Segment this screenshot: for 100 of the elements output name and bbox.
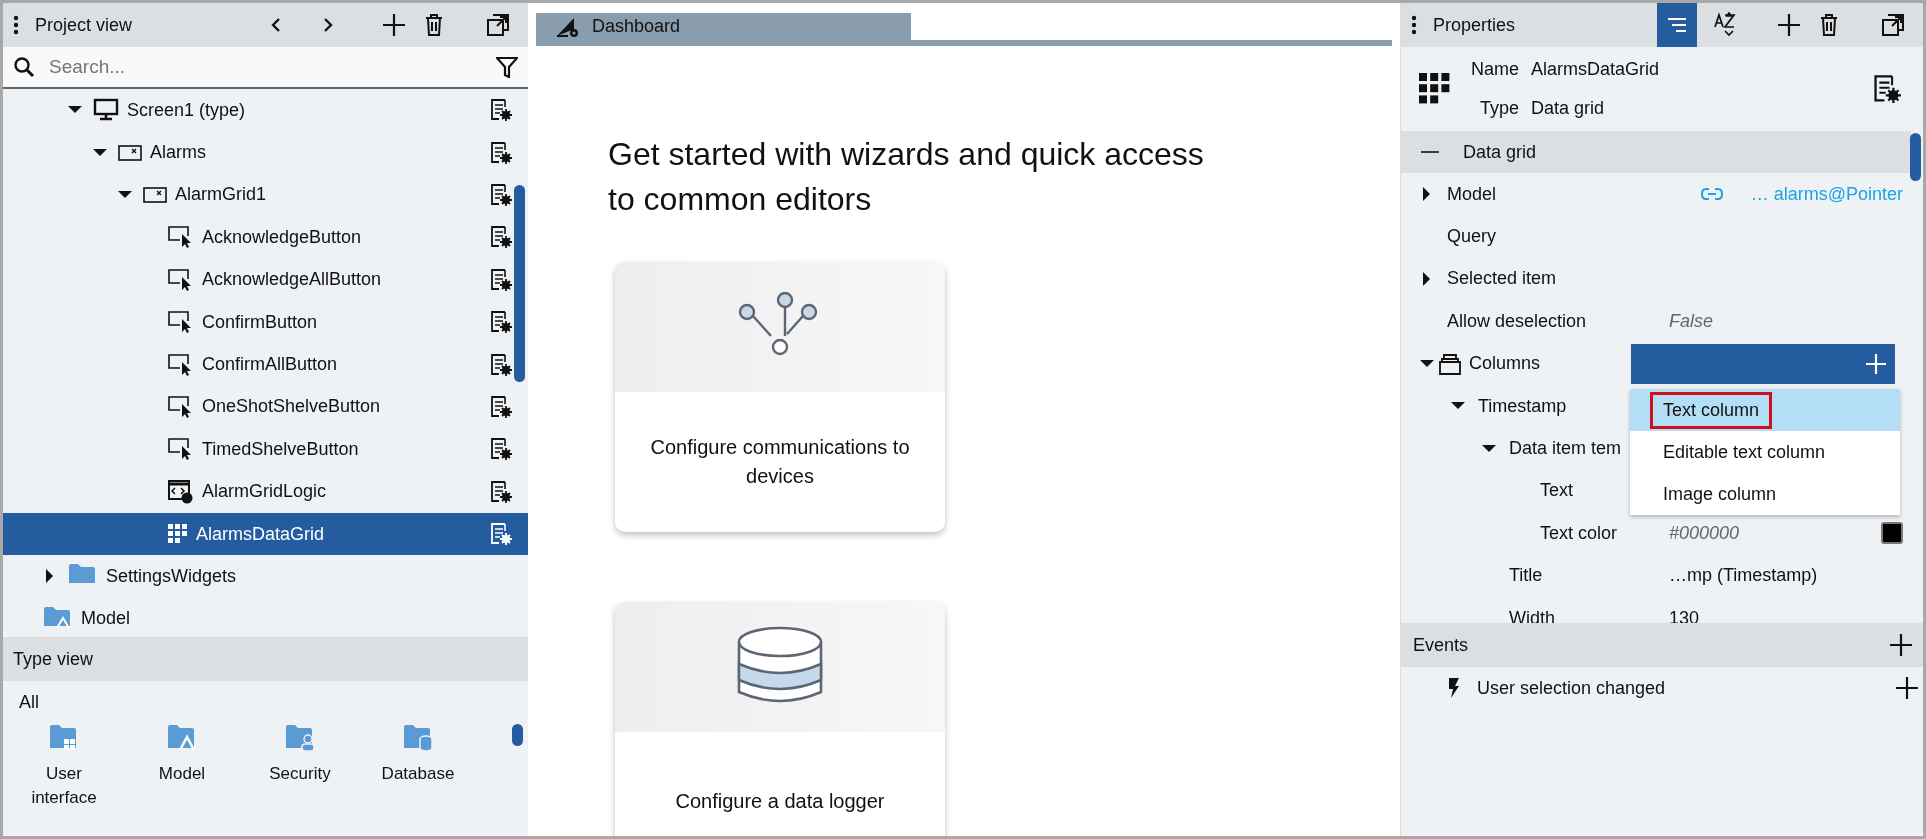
- property-label: Type: [1479, 97, 1519, 120]
- properties-icon[interactable]: [490, 311, 512, 334]
- property-label: Timestamp: [1478, 394, 1567, 418]
- caret-right-icon[interactable]: [1423, 271, 1431, 286]
- filter-label[interactable]: All: [3, 681, 528, 716]
- search-bar[interactable]: Search...: [3, 47, 528, 89]
- panel-title: Events: [1413, 633, 1469, 657]
- property-label: Allow deselection: [1447, 309, 1587, 333]
- wizard-card[interactable]: Configure communications to devices: [615, 261, 945, 532]
- properties-icon[interactable]: [490, 226, 512, 249]
- property-label: Width: [1509, 606, 1555, 623]
- tree-item[interactable]: SettingsWidgets: [3, 555, 528, 598]
- panel-icon: [118, 143, 142, 162]
- caret-down-icon[interactable]: [92, 148, 107, 157]
- property-label: Query: [1447, 225, 1497, 249]
- section-header[interactable]: Data grid: [1401, 131, 1911, 173]
- plus-icon[interactable]: [1895, 676, 1919, 700]
- scrollbar[interactable]: [1910, 133, 1921, 181]
- chevron-left-icon[interactable]: [270, 16, 282, 34]
- properties-icon[interactable]: [490, 353, 512, 376]
- tree-item[interactable]: Screen1 (type): [3, 89, 528, 132]
- tree-item[interactable]: TimedShelveButton: [3, 428, 528, 471]
- tree-item[interactable]: AcknowledgeAllButton: [3, 258, 528, 301]
- color-swatch[interactable]: [1881, 522, 1903, 545]
- type-category[interactable]: User interface: [14, 724, 114, 810]
- property-label: Name: [1471, 58, 1519, 81]
- cursor-button-icon: [168, 394, 194, 419]
- data-grid-icon: [1419, 73, 1451, 105]
- cursor-button-icon: [168, 267, 194, 292]
- undock-icon[interactable]: [1881, 13, 1905, 37]
- caret-down-icon[interactable]: [1420, 359, 1434, 368]
- categorized-icon: [1666, 16, 1688, 34]
- property-value: Data grid: [1531, 97, 1606, 120]
- property-value: #000000: [1669, 521, 1740, 545]
- trash-icon[interactable]: [1819, 13, 1839, 37]
- property-label: Text: [1540, 479, 1573, 503]
- wizard-card[interactable]: Configure a data logger: [615, 601, 945, 836]
- caret-down-icon[interactable]: [117, 190, 132, 199]
- tree-item[interactable]: AlarmGrid1: [3, 173, 528, 217]
- chevron-right-icon[interactable]: [322, 16, 334, 34]
- properties-icon[interactable]: [490, 395, 512, 418]
- properties-icon[interactable]: [1873, 75, 1901, 103]
- properties-icon[interactable]: [490, 438, 512, 461]
- properties-icon[interactable]: [490, 183, 512, 206]
- heading: Get started with wizards and quick access to common editors: [608, 135, 1205, 219]
- tree-item[interactable]: AlarmGridLogic: [3, 470, 528, 513]
- property-label: Selected item: [1447, 267, 1557, 291]
- properties-icon[interactable]: [490, 141, 512, 164]
- tree-item[interactable]: ConfirmButton: [3, 300, 528, 344]
- caret-down-icon[interactable]: [1482, 444, 1496, 453]
- collapse-icon[interactable]: [1421, 150, 1439, 154]
- panel-icon: [143, 185, 167, 204]
- property-value: AlarmsDataGrid: [1531, 58, 1660, 81]
- properties-icon[interactable]: [490, 523, 512, 546]
- more-icon[interactable]: [1411, 15, 1417, 35]
- folder-icon: [285, 724, 315, 754]
- plus-icon[interactable]: [1889, 633, 1913, 657]
- property-label: Data item tem: [1509, 437, 1622, 461]
- caret-right-icon[interactable]: [45, 569, 54, 584]
- cursor-button-icon: [168, 225, 194, 250]
- tree-item[interactable]: AcknowledgeButton: [3, 216, 528, 259]
- property-label: Title: [1509, 564, 1543, 588]
- type-category[interactable]: Model: [132, 724, 232, 810]
- menu-item[interactable]: Image column: [1630, 473, 1900, 515]
- property-label: Text color: [1540, 521, 1618, 545]
- type-category[interactable]: Database: [368, 724, 468, 810]
- sort-icon: [1712, 12, 1738, 38]
- properties-icon[interactable]: [490, 480, 512, 503]
- scrollbar[interactable]: [514, 185, 525, 382]
- add-item-button[interactable]: [1631, 343, 1895, 384]
- script-icon: [168, 479, 194, 504]
- panel-title: Project view: [35, 13, 133, 37]
- tree-item[interactable]: Model: [3, 597, 528, 637]
- menu-item[interactable]: Editable text column: [1630, 431, 1900, 473]
- categorized-button[interactable]: [1657, 3, 1697, 47]
- tree-item[interactable]: ConfirmAllButton: [3, 343, 528, 386]
- tree-item[interactable]: AlarmsDataGrid: [3, 512, 528, 556]
- more-icon[interactable]: [13, 15, 19, 35]
- type-category[interactable]: Security: [250, 724, 350, 810]
- caret-down-icon[interactable]: [1451, 402, 1465, 411]
- cursor-button-icon: [168, 352, 194, 377]
- tree-item[interactable]: Alarms: [3, 131, 528, 174]
- properties-icon[interactable]: [490, 268, 512, 291]
- scrollbar[interactable]: [512, 724, 523, 746]
- trash-icon[interactable]: [424, 13, 444, 37]
- panel-title: Type view: [13, 647, 94, 671]
- caret-right-icon[interactable]: [1423, 187, 1431, 202]
- menu-item[interactable]: Text column: [1630, 389, 1900, 431]
- tab[interactable]: Dashboard: [536, 13, 911, 40]
- undock-icon[interactable]: [486, 13, 510, 37]
- data-grid-icon: [168, 524, 188, 545]
- properties-icon[interactable]: [490, 99, 512, 122]
- plus-icon[interactable]: [382, 13, 406, 37]
- search-field[interactable]: Search...: [47, 51, 496, 83]
- panel-title: Properties: [1433, 13, 1516, 37]
- tree-item[interactable]: OneShotShelveButton: [3, 385, 528, 429]
- plus-icon[interactable]: [1777, 13, 1801, 37]
- caret-down-icon[interactable]: [67, 106, 82, 115]
- search-icon: [13, 56, 35, 78]
- filter-icon[interactable]: [496, 56, 518, 78]
